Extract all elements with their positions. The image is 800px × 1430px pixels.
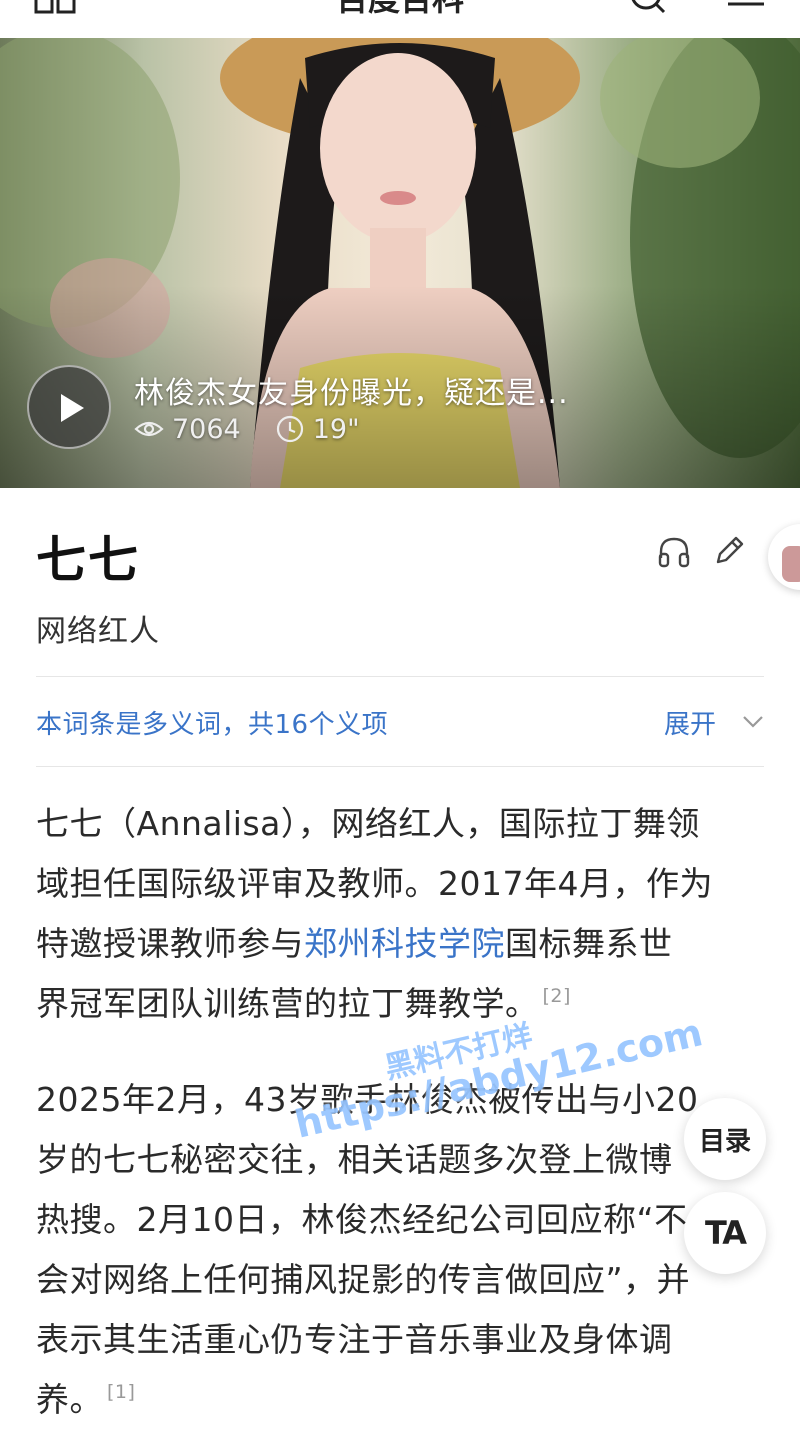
play-icon	[61, 394, 84, 422]
menu-list-icon[interactable]	[722, 0, 766, 14]
video-meta: 7064 19"	[134, 412, 360, 446]
news-paragraph: 2025年2月，43岁歌手林俊杰被传出与小20 岁的七七秘密交往，相关话题多次登…	[36, 1070, 776, 1430]
text-line: 养。 [1]	[36, 1380, 136, 1419]
reference-mark[interactable]: [1]	[107, 1381, 135, 1403]
entry-title: 七七	[36, 531, 140, 589]
link-zhengzhou-institute[interactable]: 郑州科技学院	[304, 924, 505, 963]
video-duration: 19"	[312, 413, 360, 445]
polysemy-notice[interactable]: 本词条是多义词，共16个义项	[36, 704, 388, 741]
video-banner[interactable]: 林俊杰女友身份曝光，疑还是... 7064 19"	[0, 38, 800, 488]
chevron-down-icon[interactable]	[740, 712, 766, 732]
summary-paragraph: 七七（Annalisa），网络红人，国际拉丁舞领 域担任国际级评审及教师。201…	[36, 794, 776, 1034]
app-title: 百度百科	[0, 0, 800, 20]
expand-button[interactable]: 展开	[664, 704, 716, 741]
text-line: 七七（Annalisa），网络红人，国际拉丁舞领	[36, 804, 700, 843]
edit-icon[interactable]	[712, 534, 746, 568]
clock-icon	[276, 415, 303, 443]
text-line: 会对网络上任何捕风捉影的传言做回应”，并	[36, 1260, 691, 1299]
divider	[36, 676, 764, 677]
ta-button[interactable]: TA	[684, 1192, 766, 1274]
text-line: 表示其生活重心仍专注于音乐事业及身体调	[36, 1320, 673, 1359]
video-title[interactable]: 林俊杰女友身份曝光，疑还是...	[134, 368, 569, 412]
entry-subtitle: 网络红人	[36, 614, 160, 649]
text-line: 特邀授课教师参与郑州科技学院国标舞系世	[36, 924, 673, 963]
top-bar: 百度百科	[0, 0, 800, 38]
text-line: 域担任国际级评审及教师。2017年4月，作为	[36, 864, 713, 903]
avatar[interactable]	[768, 524, 800, 590]
play-button[interactable]	[27, 365, 111, 449]
text-line: 热搜。2月10日，林俊杰经纪公司回应称“不	[36, 1200, 688, 1239]
text-line: 界冠军团队训练营的拉丁舞教学。 [2]	[36, 984, 571, 1023]
text-line: 2025年2月，43岁歌手林俊杰被传出与小20	[36, 1080, 699, 1119]
text-line: 岁的七七秘密交往，相关话题多次登上微博	[36, 1140, 673, 1179]
reference-mark[interactable]: [2]	[543, 985, 571, 1007]
view-count: 7064	[172, 413, 241, 445]
toc-button[interactable]: 目录	[684, 1098, 766, 1180]
eye-icon	[134, 421, 164, 437]
search-icon[interactable]	[628, 0, 668, 16]
headphone-icon[interactable]	[656, 534, 692, 570]
divider	[36, 766, 764, 767]
